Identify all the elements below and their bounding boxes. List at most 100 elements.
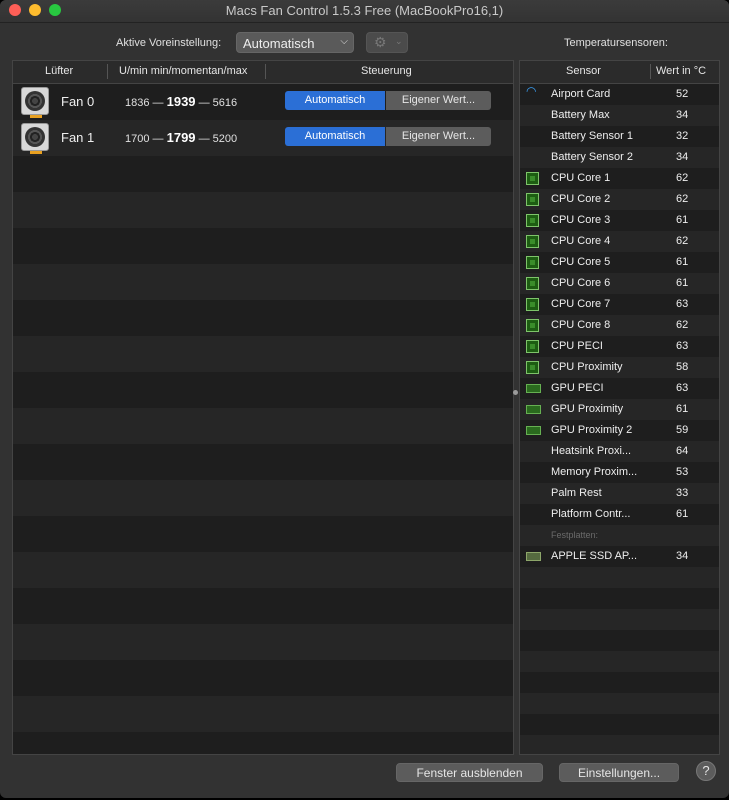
table-row[interactable]: CPU Core 1 62: [520, 168, 719, 189]
gpu-card-icon: [526, 405, 541, 414]
preset-label: Aktive Voreinstellung:: [116, 37, 222, 49]
sensor-value: 61: [676, 277, 689, 289]
sensor-name: Battery Max: [551, 109, 610, 121]
sensor-name: Airport Card: [551, 88, 611, 100]
cpu-chip-icon: [526, 361, 539, 374]
table-row[interactable]: CPU Core 7 63: [520, 294, 719, 315]
sensor-value: 62: [676, 193, 689, 205]
table-row[interactable]: CPU Core 3 61: [520, 210, 719, 231]
table-row[interactable]: CPU PECI 63: [520, 336, 719, 357]
fan-custom-value-button[interactable]: Eigener Wert...: [386, 127, 491, 146]
sensor-name: CPU Core 5: [551, 256, 611, 268]
sensor-name: Battery Sensor 2: [551, 151, 633, 163]
fan-auto-button[interactable]: Automatisch: [285, 127, 385, 146]
table-row[interactable]: APPLE SSD AP... 34: [520, 546, 719, 567]
dash: —: [152, 97, 164, 109]
sensor-value: 63: [676, 382, 689, 394]
table-row[interactable]: Palm Rest 33: [520, 483, 719, 504]
sensor-name: CPU Core 2: [551, 193, 611, 205]
table-row[interactable]: Fan 0 1836 — 1939 — 5616 Automatisch Eig…: [13, 84, 513, 120]
sensor-value: 63: [676, 298, 689, 310]
table-row[interactable]: CPU Core 5 61: [520, 252, 719, 273]
column-divider[interactable]: [265, 64, 266, 79]
settings-button[interactable]: Einstellungen...: [559, 763, 679, 782]
preset-selected-value: Automatisch: [243, 36, 315, 51]
sensor-name: Battery Sensor 1: [551, 130, 633, 142]
table-row[interactable]: Battery Max 34: [520, 105, 719, 126]
table-row[interactable]: CPU Core 8 62: [520, 315, 719, 336]
sensor-name: CPU Core 1: [551, 172, 611, 184]
cpu-chip-icon: [526, 214, 539, 227]
table-row[interactable]: CPU Proximity 58: [520, 357, 719, 378]
fan-icon: [21, 87, 49, 118]
cpu-chip-icon: [526, 256, 539, 269]
preset-options-button[interactable]: ⚙ ⌄: [366, 32, 408, 53]
sensor-value: 61: [676, 214, 689, 226]
column-header-value[interactable]: Wert in °C: [656, 65, 706, 77]
cpu-chip-icon: [526, 298, 539, 311]
sensor-value: 62: [676, 172, 689, 184]
sensor-value: 33: [676, 487, 689, 499]
hide-window-button[interactable]: Fenster ausblenden: [396, 763, 543, 782]
sensor-name: GPU Proximity 2: [551, 424, 633, 436]
table-row[interactable]: Fan 1 1700 — 1799 — 5200 Automatisch Eig…: [13, 120, 513, 156]
column-header-rpm[interactable]: U/min min/momentan/max: [119, 65, 247, 77]
fan-rpm-max: 5200: [212, 133, 238, 145]
fan-rpm-min: 1700: [125, 133, 150, 145]
fan-auto-button[interactable]: Automatisch: [285, 91, 385, 110]
sensor-name: GPU PECI: [551, 382, 604, 394]
table-row[interactable]: GPU Proximity 61: [520, 399, 719, 420]
sensor-list: ◠ Airport Card 52 Battery Max 34 Battery Sens…: [520, 84, 719, 567]
column-header-control[interactable]: Steuerung: [361, 65, 412, 77]
sensor-value: 59: [676, 424, 689, 436]
sensor-value: 52: [676, 88, 689, 100]
fan-rpm: 1700 — 1799 — 5200: [125, 130, 237, 145]
table-row[interactable]: CPU Core 6 61: [520, 273, 719, 294]
column-header-sensor[interactable]: Sensor: [566, 65, 601, 77]
dash: —: [198, 97, 210, 109]
table-row[interactable]: GPU Proximity 2 59: [520, 420, 719, 441]
table-row[interactable]: CPU Core 4 62: [520, 231, 719, 252]
table-row[interactable]: CPU Core 2 62: [520, 189, 719, 210]
help-button[interactable]: ?: [696, 761, 716, 781]
table-row[interactable]: ◠ Airport Card 52: [520, 84, 719, 105]
title-bar[interactable]: Macs Fan Control 1.5.3 Free (MacBookPro1…: [0, 0, 729, 23]
sensor-value: 62: [676, 319, 689, 331]
sensor-name: CPU Core 3: [551, 214, 611, 226]
section-header: Festplatten:: [520, 525, 719, 546]
app-window: Macs Fan Control 1.5.3 Free (MacBookPro1…: [0, 0, 729, 798]
column-divider[interactable]: [107, 64, 108, 79]
column-divider[interactable]: [650, 64, 651, 79]
fan-rpm-current: 1939: [166, 94, 196, 109]
cpu-chip-icon: [526, 277, 539, 290]
preset-select[interactable]: Automatisch ⌵: [236, 32, 354, 53]
table-row[interactable]: Memory Proxim... 53: [520, 462, 719, 483]
fan-rpm-current: 1799: [166, 130, 196, 145]
gpu-card-icon: [526, 384, 541, 393]
ssd-icon: [526, 552, 541, 561]
sensor-value: 53: [676, 466, 689, 478]
chevron-down-icon: ⌵: [340, 36, 348, 47]
table-row[interactable]: Heatsink Proxi... 64: [520, 441, 719, 462]
sensor-value: 34: [676, 550, 689, 562]
sensor-table-header: Sensor Wert in °C: [520, 61, 719, 84]
sensor-value: 61: [676, 256, 689, 268]
sensor-name: GPU Proximity: [551, 403, 624, 415]
table-row[interactable]: GPU PECI 63: [520, 378, 719, 399]
temperature-sensors-label: Temperatursensoren:: [564, 37, 668, 49]
table-row[interactable]: Platform Contr... 61: [520, 504, 719, 525]
gear-icon: ⚙: [374, 34, 387, 50]
sensor-value: 34: [676, 109, 689, 121]
fan-custom-value-button[interactable]: Eigener Wert...: [386, 91, 491, 110]
sensor-name: Palm Rest: [551, 487, 602, 499]
sensor-name: CPU Core 6: [551, 277, 611, 289]
column-header-fan[interactable]: Lüfter: [45, 65, 73, 77]
sensor-name: CPU Core 4: [551, 235, 611, 247]
table-row[interactable]: Battery Sensor 1 32: [520, 126, 719, 147]
fan-table: Lüfter U/min min/momentan/max Steuerung …: [12, 60, 514, 755]
sensor-value: 63: [676, 340, 689, 352]
split-view-handle[interactable]: [513, 390, 518, 395]
sensor-name: Heatsink Proxi...: [551, 445, 632, 457]
cpu-chip-icon: [526, 340, 539, 353]
table-row[interactable]: Battery Sensor 2 34: [520, 147, 719, 168]
